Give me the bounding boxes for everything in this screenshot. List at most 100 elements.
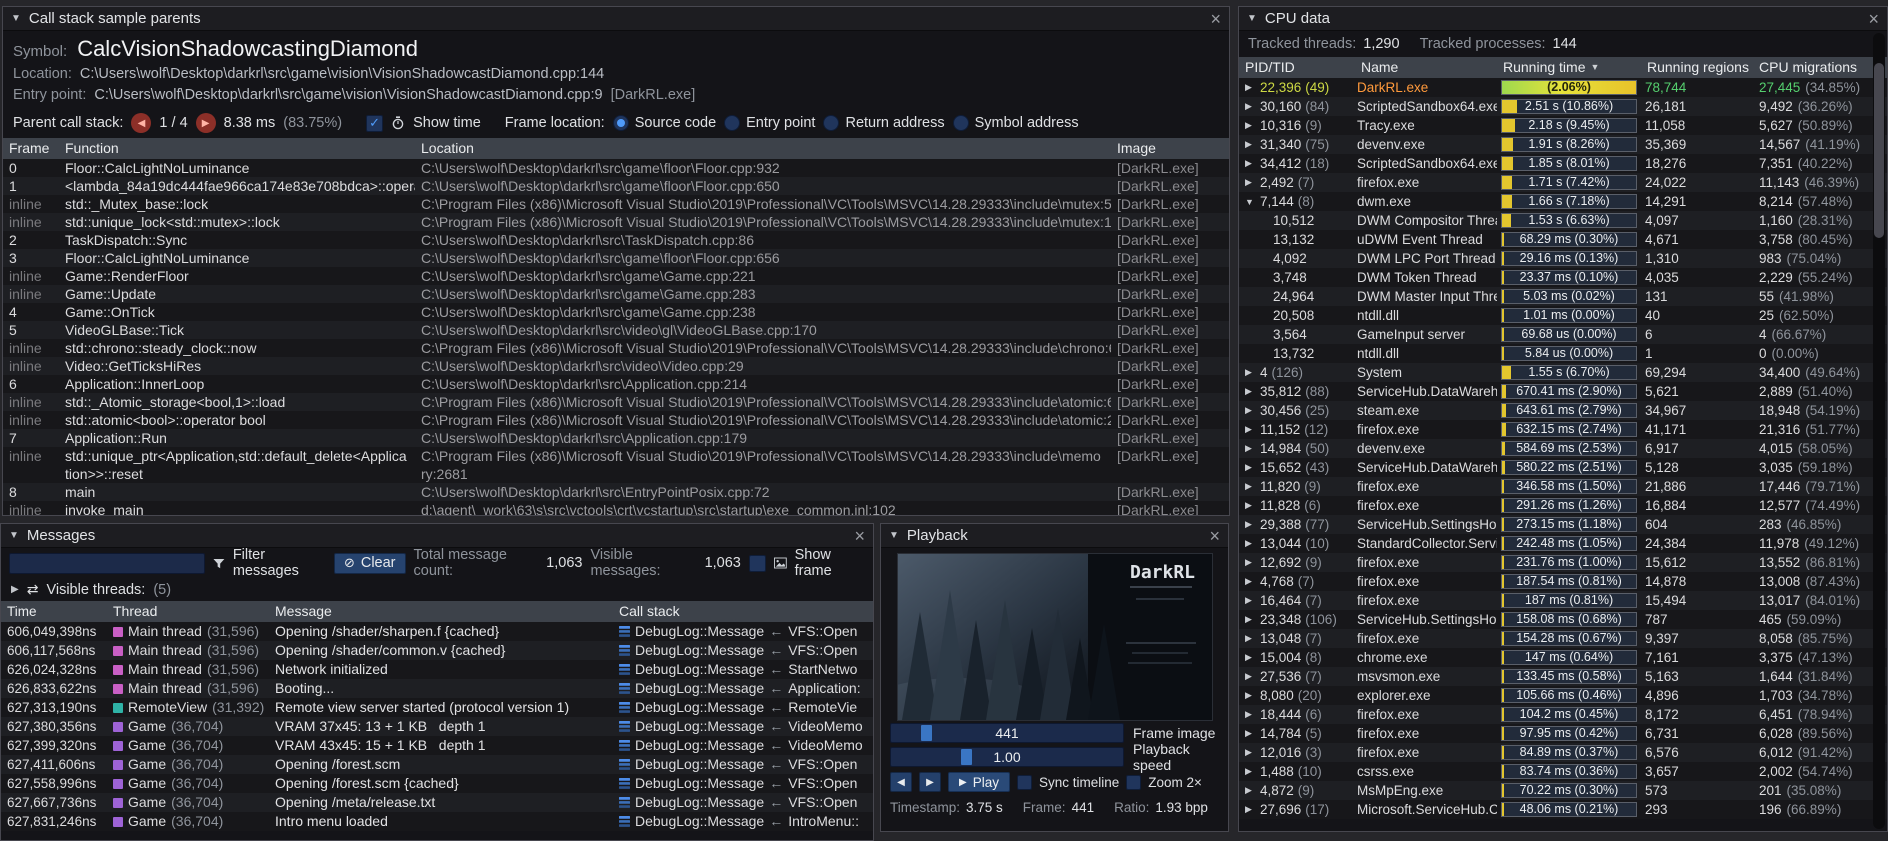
tree-expand-icon[interactable]: ▶ (1245, 785, 1256, 796)
cpu-scrollbar[interactable] (1873, 33, 1885, 829)
callstack-icon[interactable] (619, 759, 630, 770)
callstack-icon[interactable] (619, 702, 630, 713)
tree-expand-icon[interactable]: ▶ (1245, 766, 1256, 777)
message-row[interactable]: 627,380,356nsGame(36,704)VRAM 37x45: 13 … (1, 717, 873, 736)
callstack-icon[interactable] (619, 816, 630, 827)
message-row[interactable]: 606,117,568nsMain thread(31,596)Opening … (1, 641, 873, 660)
cpu-row[interactable]: 3,564GameInput server69.68 us (0.00%)64(… (1239, 325, 1887, 344)
cpu-row[interactable]: 13,732ntdll.dll5.84 us (0.00%)10(0.00%) (1239, 344, 1887, 363)
callstack-row[interactable]: inlinestd::unique_ptr<Application,std::d… (3, 447, 1229, 483)
frame-location-radio[interactable]: Return address (823, 115, 944, 131)
cpu-row[interactable]: ▶30,456(25)steam.exe643.61 ms (2.79%)34,… (1239, 401, 1887, 420)
zoom-2x-checkbox[interactable] (1126, 775, 1141, 790)
collapse-icon[interactable]: ▼ (11, 13, 21, 24)
cpu-row[interactable]: ▶11,828(6)firefox.exe291.26 ms (1.26%)16… (1239, 496, 1887, 515)
next-frame-button[interactable]: ▶ (919, 772, 941, 792)
callstack-icon[interactable] (619, 626, 630, 637)
tree-expand-icon[interactable]: ▶ (1245, 709, 1256, 720)
cpu-row[interactable]: ▶2,492(7)firefox.exe1.71 s (7.42%)24,022… (1239, 173, 1887, 192)
cpu-row[interactable]: ▼7,144(8)dwm.exe1.66 s (7.18%)14,2918,21… (1239, 192, 1887, 211)
cpu-row[interactable]: ▶29,388(77)ServiceHub.SettingsHost273.15… (1239, 515, 1887, 534)
callstack-titlebar[interactable]: ▼ Call stack sample parents × (3, 7, 1229, 31)
collapse-icon[interactable]: ▼ (1247, 13, 1257, 24)
tree-expand-icon[interactable]: ▶ (1245, 595, 1256, 606)
tree-expand-icon[interactable]: ▶ (1245, 633, 1256, 644)
cpu-row[interactable]: ▶8,080(20)explorer.exe105.66 ms (0.46%)4… (1239, 686, 1887, 705)
cpu-row[interactable]: ▶10,316(9)Tracy.exe2.18 s (9.45%)11,0585… (1239, 116, 1887, 135)
frame-location-radio[interactable]: Entry point (724, 115, 815, 131)
cpu-scrollbar-thumb[interactable] (1874, 63, 1884, 238)
tree-expand-icon[interactable]: ▶ (1245, 747, 1256, 758)
message-row[interactable]: 627,399,320nsGame(36,704)VRAM 43x45: 15 … (1, 736, 873, 755)
callstack-row[interactable]: inlinestd::unique_lock<std::mutex>::lock… (3, 213, 1229, 231)
message-row[interactable]: 626,024,328nsMain thread(31,596)Network … (1, 660, 873, 679)
cpu-row[interactable]: ▶27,696(17)Microsoft.ServiceHub.Co48.06 … (1239, 800, 1887, 819)
message-row[interactable]: 627,667,736nsGame(36,704)Opening /meta/r… (1, 793, 873, 812)
cpu-row[interactable]: ▶1,488(10)csrss.exe83.74 ms (0.36%)3,657… (1239, 762, 1887, 781)
messages-titlebar[interactable]: ▼ Messages × (1, 524, 873, 548)
cpu-row[interactable]: ▶15,652(43)ServiceHub.DataWarehou580.22 … (1239, 458, 1887, 477)
callstack-icon[interactable] (619, 645, 630, 656)
callstack-row[interactable]: 1<lambda_84a19dc444fae966ca174e83e708bdc… (3, 177, 1229, 195)
column-header-function[interactable]: Function (59, 138, 415, 159)
cpu-row[interactable]: ▶4,872(9)MsMpEng.exe70.22 ms (0.30%)5732… (1239, 781, 1887, 800)
tree-expand-icon[interactable]: ▶ (1245, 690, 1256, 701)
cpu-row[interactable]: ▶18,444(6)firefox.exe104.2 ms (0.45%)8,1… (1239, 705, 1887, 724)
message-row[interactable]: 627,831,246nsGame(36,704)Intro menu load… (1, 812, 873, 831)
cpu-row[interactable]: ▶12,692(9)firefox.exe231.76 ms (1.00%)15… (1239, 553, 1887, 572)
cpu-row[interactable]: ▶4(126)System1.55 s (6.70%)69,29434,400(… (1239, 363, 1887, 382)
column-header-cpu-migrations[interactable]: CPU migrations (1753, 57, 1887, 78)
close-icon[interactable]: × (1210, 10, 1221, 28)
column-header-running-time[interactable]: Running time ▼ (1497, 57, 1641, 78)
tree-collapse-icon[interactable]: ▼ (1245, 197, 1256, 207)
frame-location-radio[interactable]: Source code (613, 115, 716, 131)
callstack-icon[interactable] (619, 664, 630, 675)
cpu-row[interactable]: ▶11,152(12)firefox.exe632.15 ms (2.74%)4… (1239, 420, 1887, 439)
column-header-image[interactable]: Image (1111, 138, 1229, 159)
cpu-row[interactable]: ▶34,412(18)ScriptedSandbox64.exe1.85 s (… (1239, 154, 1887, 173)
callstack-row[interactable]: 2TaskDispatch::SyncC:\Users\wolf\Desktop… (3, 231, 1229, 249)
callstack-row[interactable]: inlinestd::_Mutex_base::lockC:\Program F… (3, 195, 1229, 213)
play-button[interactable]: ▶ Play (948, 772, 1010, 792)
callstack-icon[interactable] (619, 721, 630, 732)
tree-expand-icon[interactable]: ▶ (1245, 728, 1256, 739)
prev-parent-button[interactable]: ◀ (131, 113, 151, 133)
collapse-icon[interactable]: ▼ (889, 530, 899, 541)
frame-image-slider[interactable]: 441 (890, 723, 1124, 743)
callstack-row[interactable]: inlineVideo::GetTicksHiResC:\Users\wolf\… (3, 357, 1229, 375)
cpu-row[interactable]: ▶23,348(106)ServiceHub.SettingsHost158.0… (1239, 610, 1887, 629)
column-header-frame[interactable]: Frame (3, 138, 59, 159)
column-header-location[interactable]: Location (415, 138, 1111, 159)
cpu-row[interactable]: 3,748DWM Token Thread23.37 ms (0.10%)4,0… (1239, 268, 1887, 287)
tree-expand-icon[interactable]: ▶ (1245, 500, 1256, 511)
cpu-row[interactable]: 13,132uDWM Event Thread68.29 ms (0.30%)4… (1239, 230, 1887, 249)
message-row[interactable]: 627,313,190nsRemoteView(31,392)Remote vi… (1, 698, 873, 717)
tree-expand-icon[interactable]: ▶ (1245, 158, 1256, 169)
tree-expand-icon[interactable]: ▶ (1245, 462, 1256, 473)
callstack-row[interactable]: inlinestd::atomic<bool>::operator boolC:… (3, 411, 1229, 429)
cpu-row[interactable]: ▶4,768(7)firefox.exe187.54 ms (0.81%)14,… (1239, 572, 1887, 591)
callstack-row[interactable]: 0Floor::CalcLightNoLuminanceC:\Users\wol… (3, 159, 1229, 177)
column-header-running-regions[interactable]: Running regions (1641, 57, 1753, 78)
cpu-row[interactable]: ▶16,464(7)firefox.exe187 ms (0.81%)15,49… (1239, 591, 1887, 610)
tree-expand-icon[interactable]: ▶ (1245, 367, 1256, 378)
cpu-row[interactable]: ▶14,984(50)devenv.exe584.69 ms (2.53%)6,… (1239, 439, 1887, 458)
tree-expand-icon[interactable]: ▶ (1245, 386, 1256, 397)
filter-input[interactable] (9, 553, 205, 574)
message-row[interactable]: 626,833,622nsMain thread(31,596)Booting.… (1, 679, 873, 698)
tree-expand-icon[interactable]: ▶ (1245, 82, 1256, 93)
callstack-row[interactable]: inlineinvoke_maind:\agent\_work\63\s\src… (3, 501, 1229, 515)
callstack-row[interactable]: 3Floor::CalcLightNoLuminanceC:\Users\wol… (3, 249, 1229, 267)
tree-expand-icon[interactable]: ▶ (1245, 576, 1256, 587)
column-header-thread[interactable]: Thread (107, 601, 269, 622)
frame-location-radio[interactable]: Symbol address (953, 115, 1079, 131)
callstack-icon[interactable] (619, 797, 630, 808)
tree-expand-icon[interactable]: ▶ (1245, 538, 1256, 549)
cpu-row[interactable]: ▶30,160(84)ScriptedSandbox64.exe2.51 s (… (1239, 97, 1887, 116)
tree-expand-icon[interactable]: ▶ (1245, 101, 1256, 112)
callstack-row[interactable]: inlineGame::UpdateC:\Users\wolf\Desktop\… (3, 285, 1229, 303)
tree-expand-icon[interactable]: ▶ (1245, 519, 1256, 530)
cpu-row[interactable]: ▶31,340(75)devenv.exe1.91 s (8.26%)35,36… (1239, 135, 1887, 154)
cpu-row[interactable]: ▶15,004(8)chrome.exe147 ms (0.64%)7,1613… (1239, 648, 1887, 667)
cpu-row[interactable]: ▶14,784(5)firefox.exe97.95 ms (0.42%)6,7… (1239, 724, 1887, 743)
